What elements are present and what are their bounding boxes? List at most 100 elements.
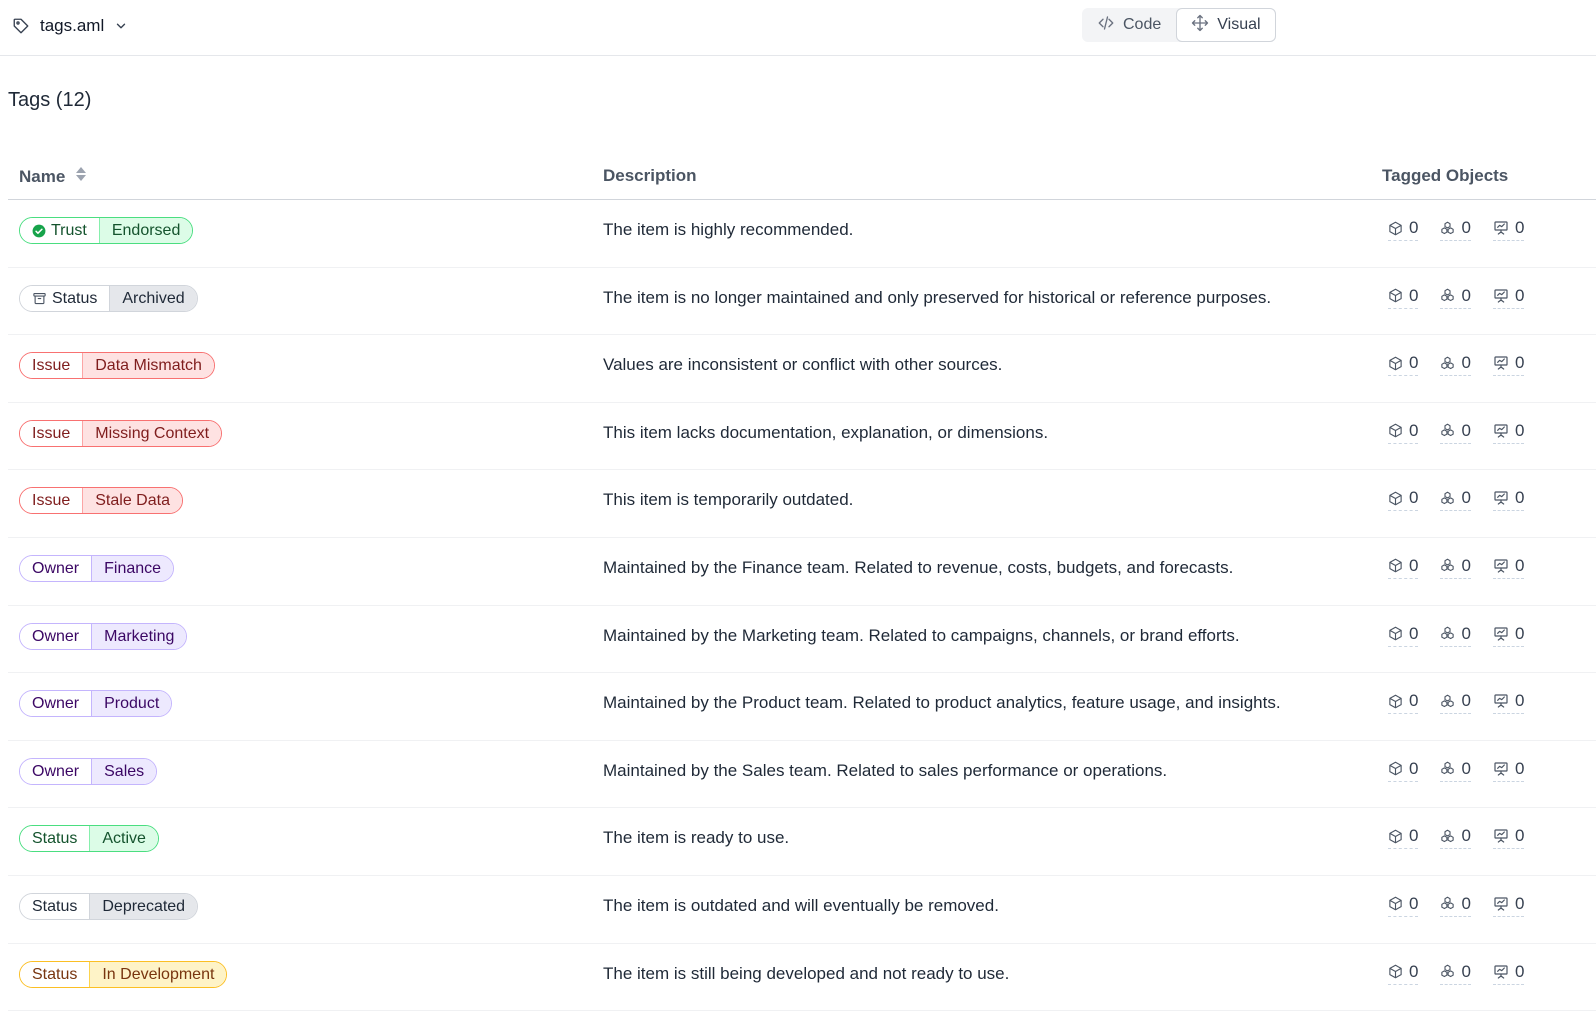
tagged-count-cube[interactable]: 0 <box>1388 353 1419 377</box>
dataset-icon <box>1440 558 1455 573</box>
tag-key-label: Trust <box>51 222 87 239</box>
tagged-count-dataset[interactable]: 0 <box>1440 894 1471 917</box>
count-value: 0 <box>1409 420 1419 440</box>
tagged-count-cube[interactable]: 0 <box>1388 962 1419 985</box>
tag-description: The item is no longer maintained and onl… <box>603 287 1272 307</box>
tag-badge[interactable]: Status Archived <box>19 284 198 312</box>
name-column-header[interactable]: Name <box>19 166 87 187</box>
tag-badge[interactable]: Owner Sales <box>19 757 158 785</box>
tagged-count-dashboard[interactable]: 0 <box>1492 624 1525 647</box>
count-value: 0 <box>1409 285 1419 305</box>
tagged-count-cube[interactable]: 0 <box>1388 218 1419 241</box>
tag-description: The item is outdated and will eventually… <box>603 895 999 915</box>
tagged-count-dashboard[interactable]: 0 <box>1492 826 1525 850</box>
tagged-count-dataset[interactable]: 0 <box>1440 961 1471 985</box>
tag-badge[interactable]: Issue Data Mismatch <box>19 352 215 380</box>
tag-badge[interactable]: Issue Missing Context <box>19 419 223 447</box>
cube-icon <box>1388 896 1403 911</box>
tagged-count-dashboard[interactable]: 0 <box>1492 556 1525 579</box>
count-value: 0 <box>1461 420 1471 440</box>
tagged-count-cube[interactable]: 0 <box>1388 691 1419 715</box>
cube-icon <box>1388 964 1403 979</box>
tagged-count-cube[interactable]: 0 <box>1388 624 1419 647</box>
tag-description: The item is ready to use. <box>603 828 790 848</box>
count-value: 0 <box>1461 961 1471 981</box>
tag-value: Finance <box>91 555 174 581</box>
count-value: 0 <box>1514 758 1525 778</box>
tagged-count-dashboard[interactable]: 0 <box>1492 353 1525 377</box>
tag-badge[interactable]: Status Deprecated <box>19 892 199 920</box>
tagged-count-dashboard[interactable]: 0 <box>1492 488 1525 512</box>
tagged-count-dataset[interactable]: 0 <box>1440 826 1471 850</box>
table-row[interactable]: Owner Product Maintained by the Product te… <box>8 673 1596 741</box>
table-row[interactable]: Issue Data Mismatch Values are inconsisten… <box>8 335 1596 403</box>
tag-badge[interactable]: Issue Stale Data <box>19 487 183 515</box>
tagged-count-cube[interactable]: 0 <box>1388 759 1419 782</box>
tag-key: Trust <box>20 218 99 243</box>
tag-badge[interactable]: Status Active <box>19 825 159 853</box>
tag-key-label: Owner <box>32 627 80 645</box>
tag-badge[interactable]: Trust Endorsed <box>19 217 194 244</box>
tag-badge[interactable]: Owner Marketing <box>19 622 188 650</box>
tagged-count-dataset[interactable]: 0 <box>1440 624 1471 647</box>
visual-view-button[interactable]: Visual <box>1176 8 1276 42</box>
tagged-count-dataset[interactable]: 0 <box>1440 286 1471 309</box>
tag-badge[interactable]: Owner Product <box>19 690 173 718</box>
tagged-count-cube[interactable]: 0 <box>1388 826 1419 850</box>
file-selector[interactable]: tags.aml <box>12 14 128 38</box>
tagged-count-dataset[interactable]: 0 <box>1440 556 1471 579</box>
dataset-icon <box>1440 761 1455 776</box>
table-row[interactable]: Status In Development The item is still be… <box>8 944 1596 1011</box>
tagged-count-dashboard[interactable]: 0 <box>1492 285 1525 309</box>
tagged-count-cube[interactable]: 0 <box>1388 488 1419 512</box>
cube-icon <box>1388 423 1403 438</box>
table-row[interactable]: Issue Stale Data This item is temporarily … <box>8 470 1596 538</box>
count-value: 0 <box>1514 285 1525 305</box>
count-value: 0 <box>1409 691 1419 711</box>
tag-key: Issue <box>20 420 83 446</box>
tagged-count-dashboard[interactable]: 0 <box>1492 758 1525 782</box>
tag-key: Issue <box>20 488 83 514</box>
tagged-count-dataset[interactable]: 0 <box>1440 691 1471 715</box>
table-row[interactable]: Trust Endorsed The item is highly recommen… <box>8 200 1596 268</box>
tag-badge[interactable]: Owner Finance <box>19 554 175 582</box>
tag-badge[interactable]: Status In Development <box>19 960 228 988</box>
count-value: 0 <box>1514 691 1525 711</box>
tagged-count-dataset[interactable]: 0 <box>1440 353 1471 377</box>
tagged-count-cube[interactable]: 0 <box>1388 420 1419 444</box>
tagged-count-dataset[interactable]: 0 <box>1440 488 1471 512</box>
table-row[interactable]: Owner Sales Maintained by the Sales team. … <box>8 741 1596 809</box>
tagged-count-dataset[interactable]: 0 <box>1440 218 1471 241</box>
tagged-object-counts: 0 0 0 <box>1388 488 1525 512</box>
table-row[interactable]: Status Archived The item is no longer main… <box>8 268 1596 336</box>
sort-icon <box>75 166 87 187</box>
count-value: 0 <box>1461 353 1471 373</box>
cube-icon <box>1388 558 1403 573</box>
tag-key-label: Status <box>32 965 78 983</box>
count-value: 0 <box>1514 893 1525 913</box>
tagged-count-cube[interactable]: 0 <box>1388 556 1419 579</box>
table-row[interactable]: Status Active The item is ready to use. 0 0 0 <box>8 808 1596 876</box>
tagged-count-dashboard[interactable]: 0 <box>1492 218 1525 241</box>
dashboard-icon <box>1493 355 1509 371</box>
tagged-count-cube[interactable]: 0 <box>1388 285 1419 309</box>
code-view-label: Code <box>1123 16 1162 33</box>
tagged-count-dataset[interactable]: 0 <box>1440 759 1471 782</box>
tag-value: Endorsed <box>98 218 193 243</box>
tagged-count-dataset[interactable]: 0 <box>1440 420 1471 444</box>
code-view-button[interactable]: Code <box>1082 8 1176 42</box>
tagged-count-dashboard[interactable]: 0 <box>1492 691 1525 715</box>
table-row[interactable]: Status Deprecated The item is outdated and… <box>8 876 1596 944</box>
visual-view-label: Visual <box>1217 16 1261 33</box>
tagged-count-cube[interactable]: 0 <box>1388 894 1419 917</box>
table-row[interactable]: Owner Marketing Maintained by the Marketin… <box>8 606 1596 674</box>
cube-icon <box>1388 288 1403 303</box>
tagged-count-dashboard[interactable]: 0 <box>1492 893 1525 917</box>
tagged-object-counts: 0 0 0 <box>1388 758 1525 782</box>
tag-key-label: Owner <box>32 695 80 713</box>
move-icon <box>1191 14 1209 37</box>
tagged-count-dashboard[interactable]: 0 <box>1492 421 1525 444</box>
table-row[interactable]: Owner Finance Maintained by the Finance te… <box>8 538 1596 606</box>
tagged-count-dashboard[interactable]: 0 <box>1492 962 1525 985</box>
table-row[interactable]: Issue Missing Context This item lacks docu… <box>8 403 1596 471</box>
